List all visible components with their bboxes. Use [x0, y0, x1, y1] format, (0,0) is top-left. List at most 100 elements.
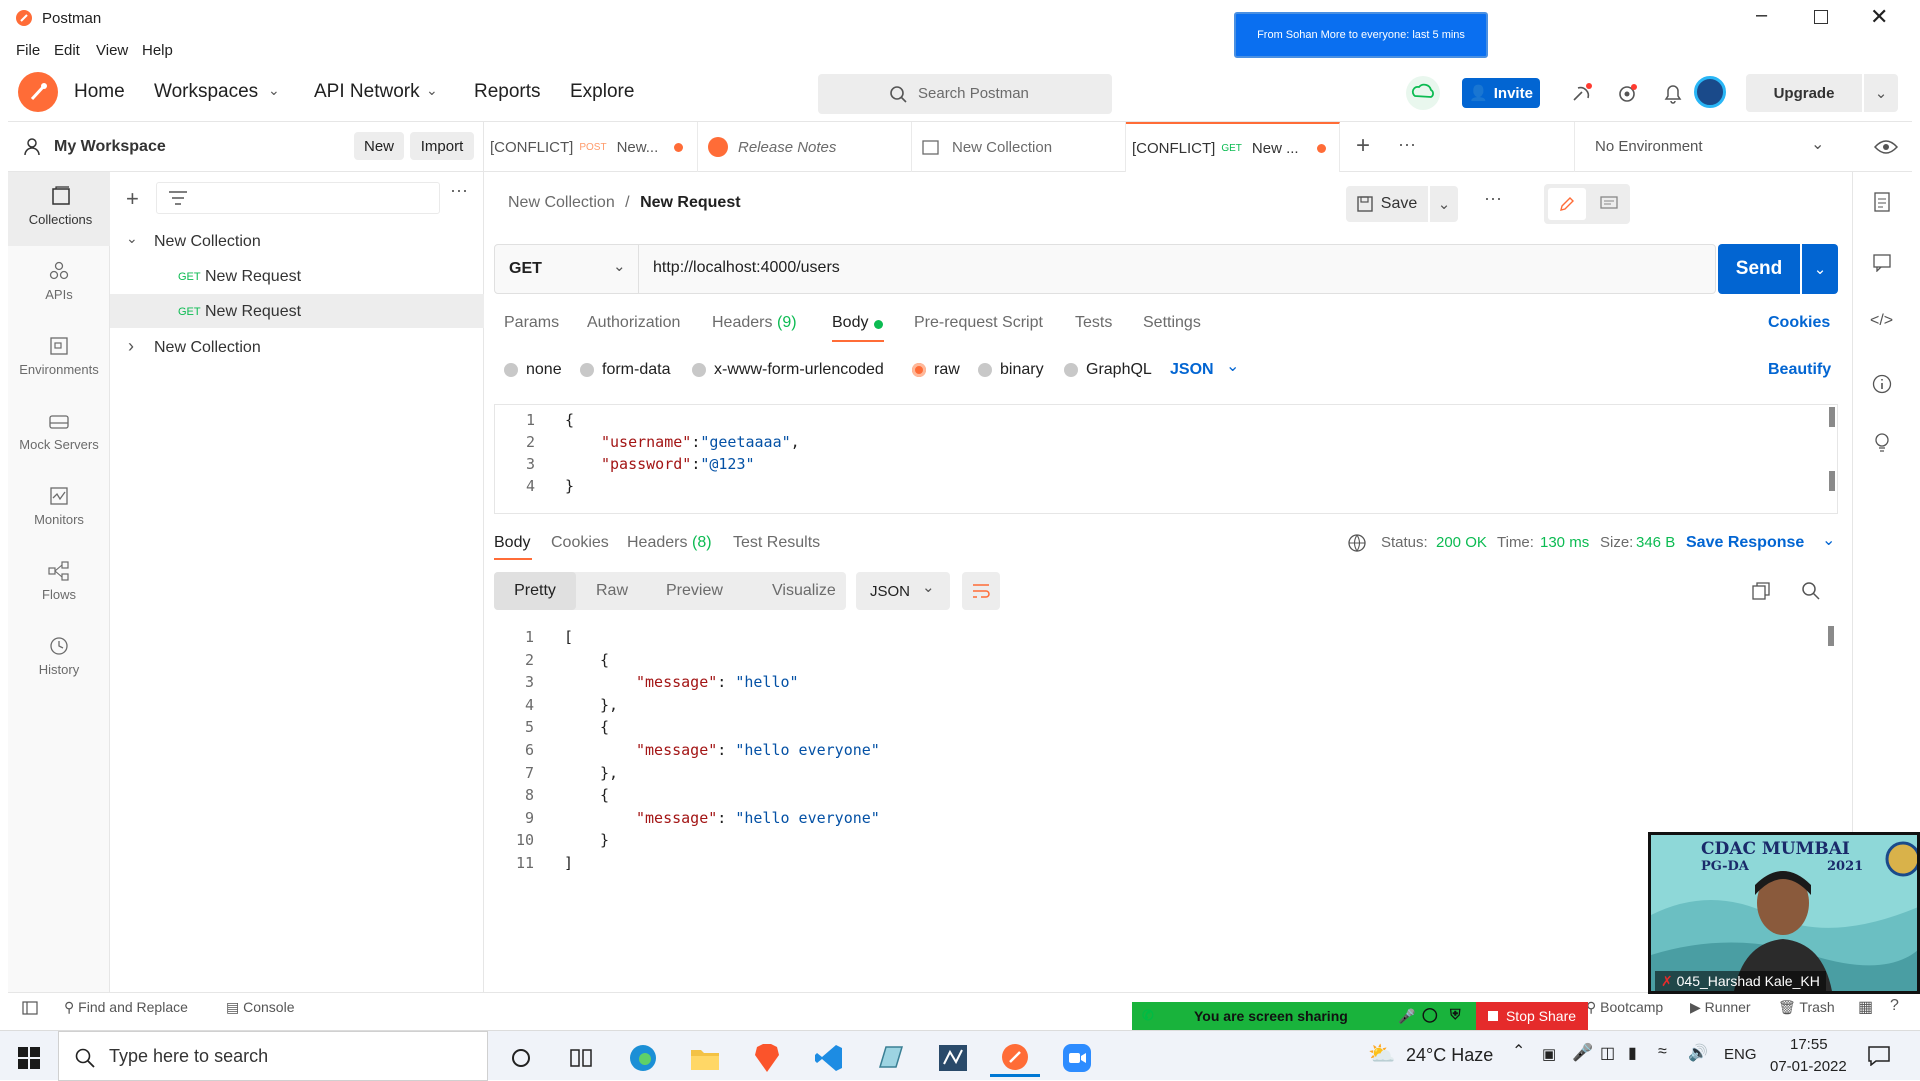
tab-tests[interactable]: Tests [1075, 314, 1112, 332]
invite-button[interactable]: 👤 Invite [1462, 78, 1540, 108]
taskbar-search[interactable]: Type here to search [58, 1031, 488, 1081]
menu-file[interactable]: File [16, 42, 40, 59]
send-button[interactable]: Send [1718, 244, 1800, 294]
tab-headers[interactable]: Headers [712, 314, 772, 332]
layout-icon[interactable]: ▦ [1858, 997, 1873, 1017]
vscode-icon[interactable] [804, 1039, 854, 1077]
search-input[interactable]: Search Postman [818, 74, 1112, 114]
nav-workspaces[interactable]: Workspaces [154, 81, 258, 103]
windows-start-icon[interactable] [18, 1047, 40, 1069]
weather-text[interactable]: 24°C Haze [1406, 1045, 1493, 1066]
microphone-icon[interactable]: 🎤 [1572, 1043, 1593, 1063]
collection-item[interactable]: ⌄ New Collection [110, 224, 484, 258]
task-view-icon[interactable] [556, 1039, 606, 1077]
app-icon[interactable] [866, 1039, 916, 1077]
view-pretty[interactable]: Pretty [494, 572, 576, 610]
battery-icon[interactable]: ▮ [1628, 1043, 1637, 1063]
tab-conflict-get-active[interactable]: [CONFLICT] GET New ... [1126, 122, 1340, 172]
filter-input[interactable] [156, 182, 440, 214]
response-tab-headers[interactable]: Headers [627, 534, 687, 552]
menu-edit[interactable]: Edit [54, 42, 80, 59]
request-body-editor[interactable]: 1 2 3 4 { "username":"geetaaaa", "passwo… [494, 404, 1838, 514]
menu-view[interactable]: View [96, 42, 128, 59]
scrollbar-thumb[interactable] [1828, 626, 1834, 646]
rail-history[interactable]: History [8, 622, 110, 696]
console-button[interactable]: ▤ Console [226, 999, 295, 1016]
video-thumbnail[interactable]: CDAC MUMBAI PG-DA 2021 ✗ 045_Harshad Kal… [1648, 832, 1920, 994]
tab-new-collection[interactable]: New Collection [912, 122, 1126, 172]
sidebar-toggle-icon[interactable] [22, 1001, 38, 1015]
radio-raw[interactable]: raw [912, 361, 960, 379]
rail-collections[interactable]: Collections [8, 172, 110, 246]
add-icon[interactable]: + [126, 186, 139, 212]
body-format-select[interactable]: JSON [1170, 361, 1214, 379]
response-tab-cookies[interactable]: Cookies [551, 534, 609, 552]
file-explorer-icon[interactable] [680, 1039, 730, 1077]
notification-center-icon[interactable] [1868, 1046, 1890, 1066]
comment-mode-button[interactable] [1590, 188, 1628, 220]
clock-date[interactable]: 07-01-2022 [1770, 1058, 1847, 1075]
url-input[interactable]: http://localhost:4000/users [653, 259, 840, 277]
tab-settings[interactable]: Settings [1143, 314, 1201, 332]
import-button[interactable]: Import [410, 132, 474, 160]
rail-flows[interactable]: Flows [8, 547, 110, 621]
more-options-icon[interactable]: ··· [1484, 188, 1502, 209]
breadcrumb-current[interactable]: New Request [640, 194, 740, 211]
clock-time[interactable]: 17:55 [1790, 1036, 1828, 1053]
find-replace-button[interactable]: ⚲ Find and Replace [64, 999, 188, 1016]
beautify-link[interactable]: Beautify [1768, 361, 1831, 379]
trash-button[interactable]: 🗑 Trash [1778, 999, 1835, 1016]
avatar[interactable] [1694, 76, 1726, 108]
globe-icon[interactable] [1348, 534, 1366, 552]
satellite-icon[interactable] [1570, 82, 1594, 106]
brave-browser-icon[interactable] [742, 1039, 792, 1077]
scrollbar-thumb[interactable] [1829, 471, 1835, 491]
rail-mock-servers[interactable]: Mock Servers [8, 397, 110, 471]
terminal-app-icon[interactable] [928, 1039, 978, 1077]
postman-taskbar-icon[interactable] [990, 1039, 1040, 1077]
meet-now-icon[interactable]: ▣ [1542, 1045, 1556, 1063]
close-icon[interactable]: ✕ [1870, 4, 1888, 30]
save-button[interactable]: Save [1346, 186, 1428, 222]
nav-home[interactable]: Home [74, 81, 125, 103]
method-select[interactable]: GET ⌄ [495, 245, 639, 293]
sync-status-icon[interactable] [1406, 76, 1440, 110]
eye-icon[interactable] [1874, 138, 1898, 156]
radio-urlencoded[interactable]: x-www-form-urlencoded [692, 361, 884, 379]
rail-monitors[interactable]: Monitors [8, 472, 110, 546]
postman-logo-icon[interactable] [18, 72, 58, 112]
view-visualize[interactable]: Visualize [772, 582, 836, 600]
notification-bell-icon[interactable] [1662, 82, 1684, 106]
collection-item[interactable]: › New Collection [110, 330, 484, 364]
copy-icon[interactable] [1752, 582, 1770, 600]
chevron-up-icon[interactable]: ⌃ [1512, 1041, 1525, 1061]
search-icon[interactable] [1802, 582, 1820, 600]
tab-body[interactable]: Body [832, 314, 868, 332]
response-body[interactable]: 1 [2 {3 "message": "hello" 4}, 5 {6 "message": … [494, 624, 1838, 984]
stop-share-button[interactable]: Stop Share [1476, 1002, 1588, 1030]
send-dropdown-button[interactable]: ⌄ [1802, 244, 1838, 294]
more-options-icon[interactable]: ··· [450, 180, 468, 201]
volume-icon[interactable]: 🔊 [1688, 1043, 1708, 1063]
code-snippet-icon[interactable]: </> [1870, 312, 1893, 330]
rail-apis[interactable]: APIs [8, 247, 110, 321]
radio-binary[interactable]: binary [978, 361, 1044, 379]
lightbulb-icon[interactable] [1873, 432, 1891, 454]
request-item[interactable]: GET New Request [110, 260, 484, 294]
wifi-icon[interactable]: ≈ [1658, 1043, 1667, 1061]
request-item-selected[interactable]: GET New Request [110, 294, 484, 328]
comments-icon[interactable] [1873, 254, 1891, 272]
add-tab-icon[interactable]: + [1356, 132, 1370, 160]
tab-release-notes[interactable]: Release Notes [698, 122, 912, 172]
cortana-icon[interactable] [496, 1039, 546, 1077]
menu-help[interactable]: Help [142, 42, 173, 59]
bootcamp-button[interactable]: ⚲ Bootcamp [1586, 999, 1663, 1016]
rail-environments[interactable]: Environments [8, 322, 110, 396]
save-dropdown-button[interactable]: ⌄ [1430, 186, 1458, 222]
nav-explore[interactable]: Explore [570, 81, 634, 103]
new-button[interactable]: New [354, 132, 404, 160]
environment-selector[interactable]: No Environment ⌄ [1574, 122, 1852, 172]
nav-api-network[interactable]: API Network [314, 81, 420, 103]
response-tab-test-results[interactable]: Test Results [733, 534, 820, 552]
mic-muted-icon[interactable]: 🎤 [1398, 1008, 1415, 1025]
